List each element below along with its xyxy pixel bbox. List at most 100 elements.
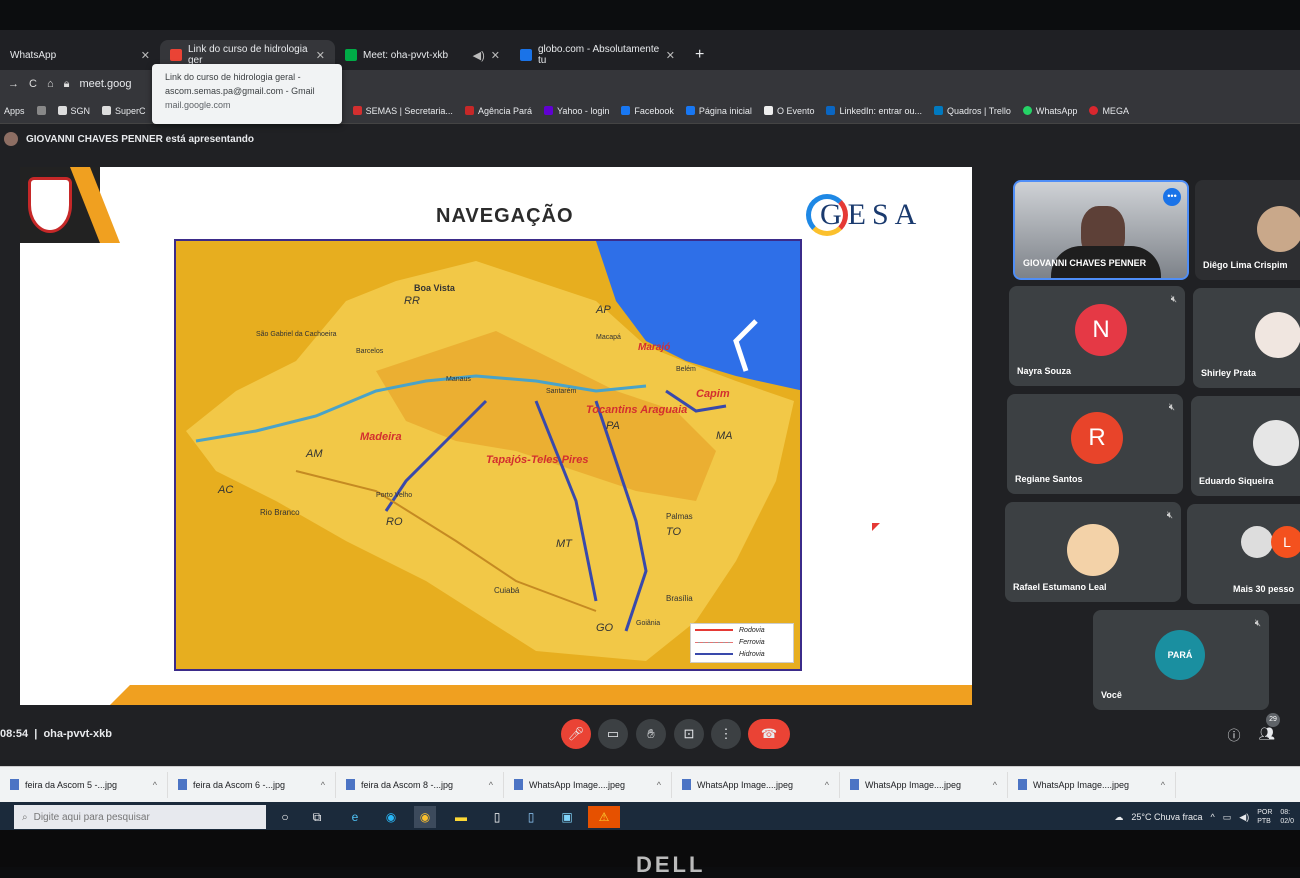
url-input[interactable]: meet.goog xyxy=(79,78,131,90)
photos-icon[interactable]: ▣ xyxy=(556,806,578,828)
map-label: São Gabriel da Cachoeira xyxy=(256,331,337,338)
bookmark-item[interactable]: SEMAS | Secretaria... xyxy=(352,106,453,116)
participant-tile[interactable]: 🔇︎ N Nayra Souza xyxy=(1009,286,1185,386)
tab-label: globo.com - Absolutamente tu xyxy=(538,44,660,66)
system-tray: ☁ 25°C Chuva fraca ^ ▭ ◀) POR PTB 08: 02/0 xyxy=(1114,802,1294,830)
monitor-brand-logo: DELL xyxy=(636,852,706,877)
file-explorer-icon[interactable]: ▬ xyxy=(450,806,472,828)
waterway-label: Capim xyxy=(696,388,730,400)
bookmark-item[interactable]: SGN xyxy=(57,106,90,116)
file-icon xyxy=(346,779,355,790)
more-options-icon[interactable]: ••• xyxy=(1163,188,1181,206)
download-item[interactable]: WhatsApp Image....jpeg ^ xyxy=(840,771,1008,798)
download-item[interactable]: WhatsApp Image....jpeg ^ xyxy=(1008,771,1176,798)
bookmark-item[interactable]: SuperC xyxy=(102,106,146,116)
mic-off-icon: 🔇︎ xyxy=(1166,510,1173,521)
presenter-text: GIOVANNI CHAVES PENNER está apresentando xyxy=(26,133,255,145)
download-item[interactable]: feira da Ascom 6 -...jpg ^ xyxy=(168,771,336,798)
participant-tile[interactable]: Eduardo Siqueira xyxy=(1191,396,1300,496)
chrome-icon[interactable]: ◉ xyxy=(414,806,436,828)
word-icon[interactable]: ▯ xyxy=(520,806,542,828)
lock-icon: 🔒︎ xyxy=(63,77,70,90)
download-item[interactable]: WhatsApp Image....jpeg ^ xyxy=(504,771,672,798)
map-label: Macapá xyxy=(596,334,621,341)
warning-icon[interactable]: ⚠ xyxy=(588,806,620,828)
end-call-button[interactable]: ☎︎ xyxy=(748,719,790,749)
participant-tile[interactable]: Diêgo Lima Crispim xyxy=(1195,180,1300,280)
close-tab-icon[interactable]: ✕ xyxy=(141,49,150,62)
bookmark-item[interactable]: Agência Pará xyxy=(464,106,532,116)
map-label: AP xyxy=(595,304,611,316)
document-icon[interactable]: ▯ xyxy=(486,806,508,828)
participant-count-badge: 29 xyxy=(1266,713,1280,727)
participant-name: GIOVANNI CHAVES PENNER xyxy=(1023,258,1147,268)
map-label: MA xyxy=(716,430,733,442)
raise-hand-button[interactable]: ✋︎ xyxy=(636,719,666,749)
participant-tile[interactable]: 🔇︎ PARÁ Você xyxy=(1093,610,1269,710)
network-icon[interactable]: ▭ xyxy=(1223,812,1232,823)
taskbar-search[interactable]: ⌕ Digite aqui para pesquisar xyxy=(14,805,266,829)
participant-tile[interactable]: Shirley Prata xyxy=(1193,288,1300,388)
clock[interactable]: 08: 02/0 xyxy=(1280,808,1294,826)
tab-globo[interactable]: globo.com - Absolutamente tu ✕ xyxy=(510,40,685,70)
participant-tile[interactable]: 🔇︎ R Regiane Santos xyxy=(1007,394,1183,494)
bookmark-item[interactable]: Página inicial xyxy=(685,106,752,116)
present-button[interactable]: ⊡ xyxy=(674,719,704,749)
chevron-up-icon[interactable]: ^ xyxy=(993,780,997,790)
edge-new-icon[interactable]: ◉ xyxy=(380,806,402,828)
info-icon[interactable]: ⓘ xyxy=(1219,719,1249,749)
navigation-map: Boa Vista RR AP AM PA MA AC RO MT TO GO … xyxy=(174,239,802,671)
bookmark-item[interactable]: WhatsApp xyxy=(1022,106,1077,116)
participant-name: Você xyxy=(1101,690,1122,700)
participant-name: Shirley Prata xyxy=(1201,368,1257,378)
close-tab-icon[interactable]: ✕ xyxy=(316,49,325,62)
camera-button[interactable]: ▭ xyxy=(598,719,628,749)
gmail-icon xyxy=(170,49,182,61)
tooltip-line: ascom.semas.pa@gmail.com - Gmail xyxy=(165,86,315,96)
participant-name: Nayra Souza xyxy=(1017,366,1072,376)
bookmark-item[interactable]: Quadros | Trello xyxy=(934,106,1011,116)
mouse-cursor-icon xyxy=(872,523,880,531)
chevron-up-icon[interactable]: ^ xyxy=(153,780,157,790)
task-view-icon[interactable]: ⧉ xyxy=(306,806,328,828)
bookmark-item[interactable]: Yahoo - login xyxy=(543,106,609,116)
download-item[interactable]: feira da Ascom 8 -...jpg ^ xyxy=(336,771,504,798)
new-tab-button[interactable]: + xyxy=(685,46,714,70)
participant-photo xyxy=(1255,312,1300,358)
reload-icon[interactable]: C xyxy=(29,78,37,90)
chevron-up-icon[interactable]: ^ xyxy=(321,780,325,790)
language-indicator[interactable]: POR PTB xyxy=(1257,808,1272,826)
bookmark-item[interactable]: O Evento xyxy=(763,106,814,116)
more-options-button[interactable]: ⋮ xyxy=(711,719,741,749)
bookmark-item[interactable]: Facebook xyxy=(621,106,674,116)
tab-meet[interactable]: Meet: oha-pvvt-xkb ◀) ✕ xyxy=(335,40,510,70)
volume-icon[interactable]: ◀) xyxy=(1239,812,1249,823)
close-tab-icon[interactable]: ✕ xyxy=(491,49,500,62)
windows-taskbar: ⌕ Digite aqui para pesquisar ○ ⧉ e ◉ ◉ ▬… xyxy=(0,802,1300,830)
map-label: Porto Velho xyxy=(376,492,412,499)
close-tab-icon[interactable]: ✕ xyxy=(666,49,675,62)
bookmark-item[interactable]: Apps xyxy=(4,106,25,116)
participant-tile[interactable]: 🔇︎ Rafael Estumano Leal xyxy=(1005,502,1181,602)
meet-icon xyxy=(345,49,357,61)
chevron-up-icon[interactable]: ^ xyxy=(489,780,493,790)
download-item[interactable]: WhatsApp Image....jpeg ^ xyxy=(672,771,840,798)
home-icon[interactable]: ⌂ xyxy=(47,78,54,90)
mic-button[interactable]: 🎤︎ xyxy=(561,719,591,749)
edge-icon[interactable]: e xyxy=(344,806,366,828)
download-item[interactable]: feira da Ascom 5 -...jpg ^ xyxy=(0,771,168,798)
cortana-icon[interactable]: ○ xyxy=(274,806,296,828)
participant-tile[interactable]: ••• GIOVANNI CHAVES PENNER xyxy=(1013,180,1189,280)
tray-arrow-icon[interactable]: ^ xyxy=(1211,812,1215,822)
audio-icon[interactable]: ◀) xyxy=(473,49,485,62)
chevron-up-icon[interactable]: ^ xyxy=(657,780,661,790)
map-label: Barcelos xyxy=(356,348,384,355)
forward-icon[interactable]: → xyxy=(8,78,19,90)
bookmark-item[interactable]: LinkedIn: entrar ou... xyxy=(826,106,922,116)
tab-whatsapp[interactable]: WhatsApp ✕ xyxy=(0,40,160,70)
participant-tile[interactable]: L Mais 30 pesso xyxy=(1187,504,1300,604)
bookmark-item[interactable] xyxy=(36,106,46,115)
bookmark-item[interactable]: MEGA xyxy=(1089,106,1129,116)
chevron-up-icon[interactable]: ^ xyxy=(1161,780,1165,790)
chevron-up-icon[interactable]: ^ xyxy=(825,780,829,790)
